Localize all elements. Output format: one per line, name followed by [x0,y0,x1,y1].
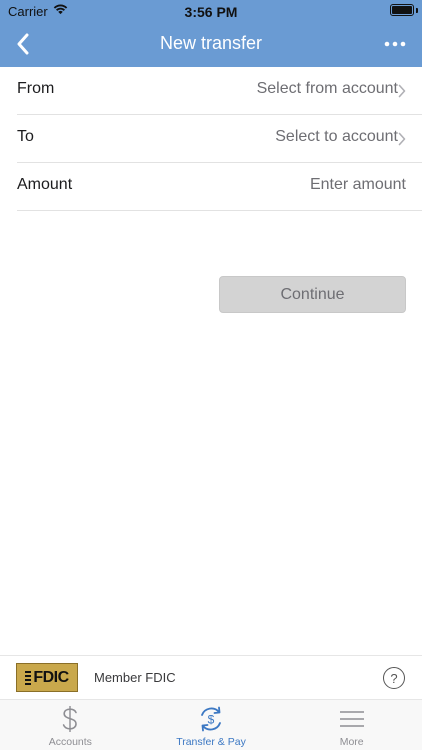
from-label: From [17,80,55,97]
fdic-stripes [25,670,32,685]
dollar-icon [56,705,84,733]
fdic-footer: FDIC Member FDIC ? [0,655,422,700]
to-account-row[interactable]: To Select to account [17,115,422,163]
help-glyph: ? [390,670,398,686]
tab-accounts-label: Accounts [48,736,92,748]
continue-button[interactable]: Continue [219,276,406,313]
battery-nub [416,8,418,13]
tab-accounts[interactable]: Accounts [0,700,141,750]
help-icon[interactable]: ? [383,667,405,689]
tab-transfer-pay[interactable]: $ Transfer & Pay [141,700,282,750]
transfer-form: From Select from account To Select to ac… [0,67,422,211]
fdic-logo: FDIC [16,663,78,692]
more-button[interactable] [380,29,410,59]
fdic-logo-text: FDIC [33,668,69,686]
to-account-select[interactable]: Select to account [275,128,398,146]
tab-bar: Accounts $ Transfer & Pay More [0,700,422,750]
amount-input[interactable]: Enter amount [310,176,406,194]
chevron-right-icon [398,132,406,146]
status-bar: Carrier 3:56 PM [0,0,422,22]
navigation-bar: New transfer [0,22,422,67]
chevron-right-icon [398,84,406,98]
clock: 3:56 PM [184,4,238,20]
tab-transfer-pay-label: Transfer & Pay [176,736,246,748]
tab-more[interactable]: More [281,700,422,750]
hamburger-icon [338,705,366,733]
ellipsis-icon [384,41,406,47]
from-account-row[interactable]: From Select from account [17,67,422,115]
to-label: To [17,128,34,145]
transfer-dollar-icon: $ [197,705,225,733]
amount-label: Amount [17,176,73,193]
battery-icon [390,4,414,16]
amount-row[interactable]: Amount Enter amount [17,163,422,211]
page-title: New transfer [159,33,263,53]
svg-text:$: $ [208,713,215,727]
header-bar: Carrier 3:56 PM New transfer [0,0,422,67]
member-fdic-text: Member FDIC [94,670,176,685]
tab-more-label: More [339,736,364,748]
from-account-select[interactable]: Select from account [257,80,398,98]
